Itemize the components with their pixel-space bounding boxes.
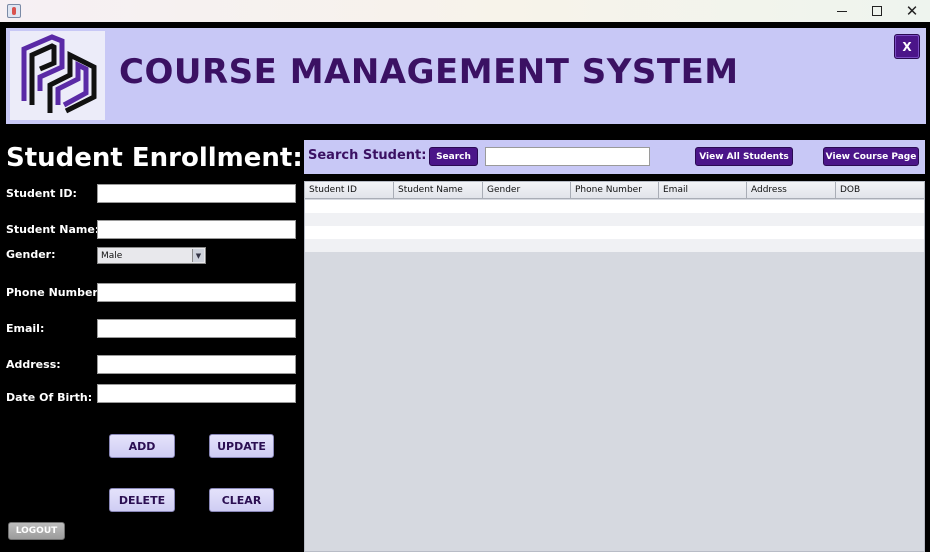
student-id-label: Student ID:	[6, 187, 77, 200]
close-icon: ✕	[905, 1, 919, 20]
view-course-page-button[interactable]: View Course Page	[823, 147, 919, 166]
column-header[interactable]: Email	[659, 182, 747, 199]
app-title: COURSE MANAGEMENT SYSTEM	[119, 52, 739, 92]
clear-button[interactable]: CLEAR	[209, 488, 274, 512]
table-row[interactable]	[305, 200, 924, 213]
exit-button[interactable]: X	[894, 34, 920, 59]
search-bar: Search Student: Search View All Students…	[304, 140, 925, 174]
minimize-icon	[837, 10, 847, 12]
address-input[interactable]	[97, 355, 296, 374]
dob-input[interactable]	[97, 384, 296, 403]
logout-button[interactable]: LOGOUT	[8, 522, 65, 540]
logo-icon	[21, 34, 97, 114]
update-button[interactable]: UPDATE	[209, 434, 274, 458]
table-header: Student ID Student Name Gender Phone Num…	[305, 182, 924, 199]
window-close-button[interactable]: ✕	[894, 0, 930, 22]
table-row[interactable]	[305, 226, 924, 239]
search-input[interactable]	[485, 147, 650, 166]
add-button[interactable]: ADD	[109, 434, 175, 458]
app-logo	[10, 31, 105, 120]
column-header[interactable]: Gender	[483, 182, 571, 199]
delete-button[interactable]: DELETE	[109, 488, 175, 512]
window-titlebar: ✕	[0, 0, 930, 22]
maximize-button[interactable]	[859, 0, 895, 22]
column-header[interactable]: DOB	[836, 182, 924, 199]
search-button[interactable]: Search	[429, 147, 478, 166]
phone-label: Phone Number:	[6, 286, 103, 299]
form-title: Student Enrollment:	[6, 143, 303, 173]
student-id-input[interactable]	[97, 184, 296, 203]
header-banner: COURSE MANAGEMENT SYSTEM X	[6, 28, 926, 124]
student-name-input[interactable]	[97, 220, 296, 239]
search-label: Search Student:	[308, 148, 427, 163]
view-all-students-button[interactable]: View All Students	[695, 147, 793, 166]
chevron-down-icon[interactable]: ▼	[192, 249, 204, 262]
gender-label: Gender:	[6, 248, 56, 261]
address-label: Address:	[6, 358, 61, 371]
table-row[interactable]	[305, 213, 924, 226]
maximize-icon	[872, 6, 882, 16]
email-input[interactable]	[97, 319, 296, 338]
email-label: Email:	[6, 322, 45, 335]
dob-label: Date Of Birth:	[6, 391, 93, 404]
column-header[interactable]: Student Name	[394, 182, 483, 199]
student-name-label: Student Name:	[6, 223, 100, 236]
java-app-icon	[7, 4, 21, 18]
column-header[interactable]: Address	[747, 182, 836, 199]
gender-selected-value: Male	[101, 251, 123, 261]
column-header[interactable]: Phone Number	[571, 182, 659, 199]
column-header[interactable]: Student ID	[305, 182, 394, 199]
minimize-button[interactable]	[824, 0, 860, 22]
phone-input[interactable]	[97, 283, 296, 302]
gender-select[interactable]: Male ▼	[97, 247, 206, 264]
table-row[interactable]	[305, 239, 924, 252]
students-table[interactable]: Student ID Student Name Gender Phone Num…	[304, 181, 925, 552]
